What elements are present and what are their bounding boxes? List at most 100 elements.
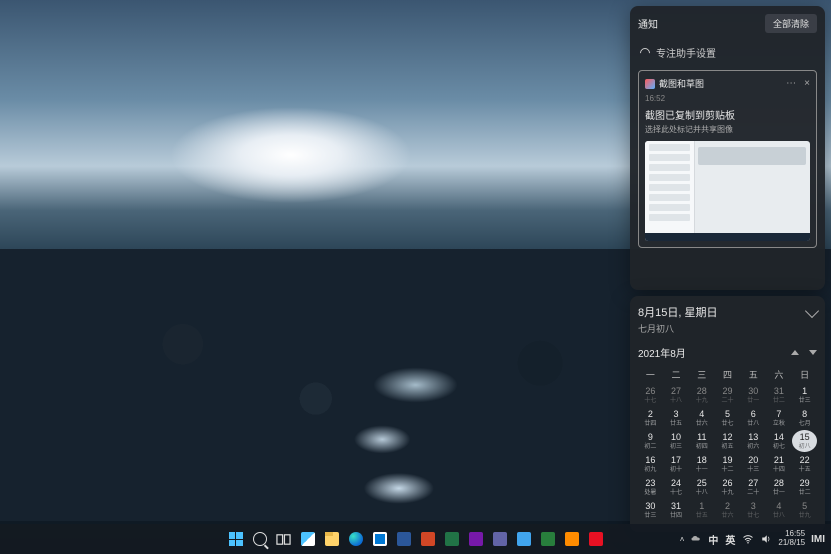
current-date: 8月15日, 星期日 — [638, 304, 717, 320]
calendar-day[interactable]: 27十八 — [664, 384, 689, 406]
current-lunar-date: 七月初八 — [638, 322, 717, 335]
prev-month-button[interactable] — [791, 350, 799, 355]
calendar-day[interactable]: 31廿四 — [664, 499, 689, 521]
weekday-header: 日 — [792, 366, 817, 383]
notif-title: 通知 — [638, 16, 658, 31]
weekday-header: 三 — [689, 366, 714, 383]
calendar-day[interactable]: 4廿八 — [767, 499, 792, 521]
calendar-day[interactable]: 18十一 — [689, 453, 714, 475]
taskbar-app-5[interactable] — [586, 529, 606, 549]
imi-indicator[interactable]: IMI — [811, 534, 825, 545]
calendar-day[interactable]: 14初七 — [767, 430, 792, 452]
calendar-day[interactable]: 3廿七 — [741, 499, 766, 521]
calendar-day[interactable]: 1廿五 — [689, 499, 714, 521]
search-button[interactable] — [250, 529, 270, 549]
taskbar-center — [226, 529, 606, 549]
calendar-day[interactable]: 12初五 — [715, 430, 740, 452]
notif-more-button[interactable]: ⋯ — [786, 78, 796, 89]
taskbar-app-3[interactable] — [538, 529, 558, 549]
calendar-day[interactable]: 10初三 — [664, 430, 689, 452]
calendar-day[interactable]: 19十二 — [715, 453, 740, 475]
wifi-icon[interactable] — [742, 533, 754, 545]
calendar-day[interactable]: 13初六 — [741, 430, 766, 452]
notification-panel: 通知 全部清除 专注助手设置 截图和草图 ⋯ × 16:52 截图已复制到剪贴板… — [630, 6, 825, 290]
taskbar-app-1[interactable] — [490, 529, 510, 549]
word-button[interactable] — [394, 529, 414, 549]
onenote-button[interactable] — [466, 529, 486, 549]
calendar-day[interactable]: 15初八 — [792, 430, 817, 452]
calendar-day[interactable]: 29二十 — [715, 384, 740, 406]
notif-card-title: 截图已复制到剪贴板 — [645, 107, 810, 122]
calendar-day[interactable]: 4廿六 — [689, 407, 714, 429]
file-explorer-button[interactable] — [322, 529, 342, 549]
calendar-day[interactable]: 5廿九 — [792, 499, 817, 521]
calendar-day[interactable]: 3廿五 — [664, 407, 689, 429]
notif-screenshot-thumbnail — [645, 141, 810, 241]
calendar-day[interactable]: 29廿二 — [792, 476, 817, 498]
notif-close-button[interactable]: × — [804, 78, 810, 89]
weekday-header: 一 — [638, 366, 663, 383]
calendar-day[interactable]: 22十五 — [792, 453, 817, 475]
taskbar-app-2[interactable] — [514, 529, 534, 549]
excel-button[interactable] — [442, 529, 462, 549]
clock-date: 21/8/15 — [778, 539, 805, 548]
calendar-day[interactable]: 11初四 — [689, 430, 714, 452]
calendar-day[interactable]: 30廿一 — [741, 384, 766, 406]
calendar-day[interactable]: 17初十 — [664, 453, 689, 475]
calendar-grid: 一二三四五六日 26十七27十八28十九29二十30廿一31廿二1廿三 2廿四3廿五… — [638, 366, 817, 521]
calendar-day[interactable]: 16初九 — [638, 453, 663, 475]
calendar-day[interactable]: 21十四 — [767, 453, 792, 475]
calendar-day[interactable]: 27二十 — [741, 476, 766, 498]
calendar-day[interactable]: 24十七 — [664, 476, 689, 498]
weekday-header: 六 — [767, 366, 792, 383]
widgets-button[interactable] — [298, 529, 318, 549]
clear-all-button[interactable]: 全部清除 — [765, 14, 817, 33]
taskbar-app-4[interactable] — [562, 529, 582, 549]
calendar-day[interactable]: 8七月 — [792, 407, 817, 429]
notification-card[interactable]: 截图和草图 ⋯ × 16:52 截图已复制到剪贴板 选择此处标记并共享图像 — [638, 70, 817, 248]
weekday-header: 五 — [741, 366, 766, 383]
notif-time: 16:52 — [645, 94, 810, 103]
notif-card-subtitle: 选择此处标记并共享图像 — [645, 124, 810, 135]
moon-icon — [638, 45, 652, 59]
calendar-day[interactable]: 1廿三 — [792, 384, 817, 406]
calendar-day[interactable]: 28十九 — [689, 384, 714, 406]
task-view-button[interactable] — [274, 529, 294, 549]
calendar-day[interactable]: 31廿二 — [767, 384, 792, 406]
calendar-day[interactable]: 26十七 — [638, 384, 663, 406]
calendar-day[interactable]: 30廿三 — [638, 499, 663, 521]
collapse-button[interactable] — [805, 304, 819, 318]
calendar-day[interactable]: 26十九 — [715, 476, 740, 498]
month-label[interactable]: 2021年8月 — [638, 345, 686, 360]
taskbar: ˄ 中 英 16:55 21/8/15 IMI — [0, 524, 831, 554]
tray-overflow-button[interactable]: ˄ — [680, 535, 685, 544]
focus-assist-label: 专注助手设置 — [656, 45, 716, 60]
start-button[interactable] — [226, 529, 246, 549]
ime-lang[interactable]: 英 — [725, 532, 736, 547]
ime-mode[interactable]: 中 — [708, 532, 719, 547]
next-month-button[interactable] — [809, 350, 817, 355]
weekday-header: 四 — [715, 366, 740, 383]
store-button[interactable] — [370, 529, 390, 549]
clock-button[interactable]: 16:55 21/8/15 — [778, 530, 805, 548]
powerpoint-button[interactable] — [418, 529, 438, 549]
calendar-day[interactable]: 2廿六 — [715, 499, 740, 521]
calendar-day[interactable]: 20十三 — [741, 453, 766, 475]
focus-assist-link[interactable]: 专注助手设置 — [638, 41, 817, 64]
calendar-day[interactable]: 9初二 — [638, 430, 663, 452]
edge-button[interactable] — [346, 529, 366, 549]
calendar-day[interactable]: 2廿四 — [638, 407, 663, 429]
calendar-day[interactable]: 28廿一 — [767, 476, 792, 498]
calendar-day[interactable]: 6廿八 — [741, 407, 766, 429]
snip-sketch-icon — [645, 79, 655, 89]
calendar-day[interactable]: 23处暑 — [638, 476, 663, 498]
volume-icon[interactable] — [760, 533, 772, 545]
calendar-day[interactable]: 25十八 — [689, 476, 714, 498]
calendar-panel: 8月15日, 星期日 七月初八 2021年8月 一二三四五六日26十七27十八2… — [630, 296, 825, 532]
weekday-header: 二 — [664, 366, 689, 383]
calendar-day[interactable]: 7立秋 — [767, 407, 792, 429]
onedrive-icon[interactable] — [690, 533, 702, 545]
calendar-day[interactable]: 5廿七 — [715, 407, 740, 429]
notif-app-name: 截图和草图 — [659, 77, 704, 90]
system-tray: ˄ 中 英 16:55 21/8/15 IMI — [680, 530, 825, 548]
